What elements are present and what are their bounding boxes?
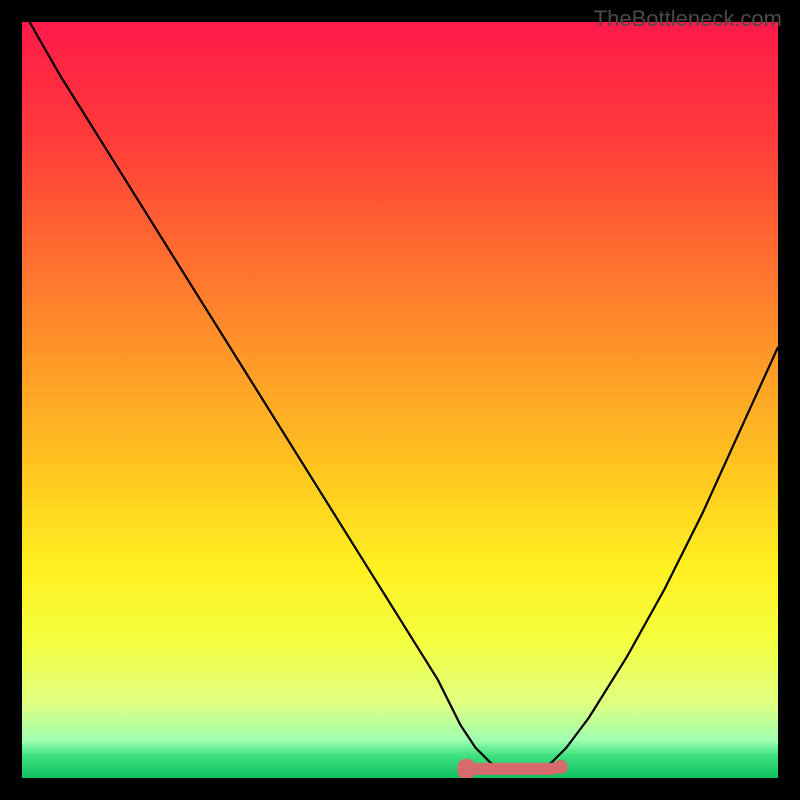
watermark-text: TheBottleneck.com (594, 6, 782, 32)
chart-container (22, 22, 778, 778)
gradient-background (22, 22, 778, 778)
chart-svg (22, 22, 778, 778)
